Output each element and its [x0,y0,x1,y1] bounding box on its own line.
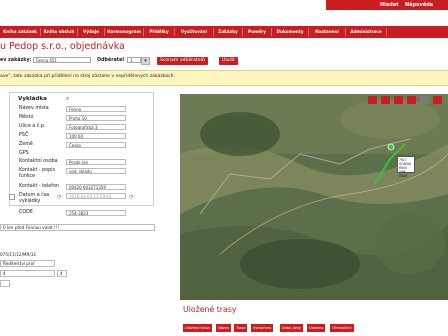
ulozit-button[interactable]: Uložit [219,57,238,65]
nav-item-kniha-zakazek[interactable]: Kniha zakázek [0,28,41,36]
clock-icon[interactable]: ◷ [129,194,133,200]
saved-routes-column[interactable]: Uloženo [307,324,327,332]
saved-routes-column[interactable]: Doba jízdy [280,324,304,332]
saved-routes-column[interactable]: Název [216,324,233,332]
row-label: PSČ [19,133,29,138]
napoveda-link[interactable]: Nápověda [405,2,433,8]
nav-item-zakazky[interactable]: Zakázky [214,28,243,36]
map-control-button[interactable] [407,96,416,104]
nav-item-nastaveni[interactable]: Nastavení [309,28,346,36]
chevron-down-icon[interactable]: ▾ [141,57,150,65]
nav-item-administrace[interactable]: Administrace [346,28,387,36]
row-label: Název místa [19,106,49,111]
warning-text: ave", tato zakázka při přidělení na stro… [0,74,176,79]
misc-line-1: 075/11/12/MR/31 [0,252,37,257]
main-nav: Kniha zakázek Kniha obsluh Výdaje Harmon… [0,26,448,38]
saved-routes-column[interactable]: Vytvořeno [251,324,275,332]
map-control-button[interactable] [394,96,403,104]
row-label: Kontaktní osoba [19,159,58,164]
clock-icon[interactable]: ◷ [57,194,61,200]
page-title: u Pedop s.r.o., objednávka [0,41,125,52]
map-control-button[interactable] [420,96,429,104]
hledat-link[interactable]: Hledat [380,2,399,8]
nav-item-harmonogram[interactable]: Harmonogram [105,28,144,36]
kontakt-telefon-input[interactable]: 00420 603271359 [66,184,126,190]
nav-item-vyuctovani[interactable]: Vyúčtování [175,28,214,36]
nav-item-pomery[interactable]: Poměry [243,28,272,36]
map-control-button[interactable] [433,96,442,104]
kontaktni-osoba-input[interactable]: Pecák Jan [66,159,126,165]
datum-vykladky-input[interactable]: 2015-12-03 12:59:01 [66,193,126,199]
route-map[interactable]: 79c7 SCANIA R500 5XB 9246 [180,94,448,300]
checkbox[interactable] [9,194,15,200]
vehicle-label-3: 5XB 9246 [399,170,408,178]
map-control-button[interactable] [381,96,390,104]
row-label: Země [19,142,33,147]
zakazka-input[interactable]: Fenna 451 [33,57,91,63]
map-control-button[interactable] [368,96,377,104]
code-input[interactable]: 254-3823 [66,210,126,216]
search-icon[interactable]: ⌕ [66,95,69,103]
misc-field-3[interactable]: 4 [0,270,55,277]
vehicle-label-2: SCANIA R500 [399,162,411,170]
nav-item-vydaje[interactable]: Výdaje [78,28,105,36]
saved-routes-column[interactable]: Ohraničení [330,324,355,332]
row-label: GPS [19,151,29,156]
psc-input[interactable]: 100 00 [66,133,126,139]
mesto-input[interactable]: Praha 10 [66,115,126,121]
zakazka-label: ev zakázky: [0,58,32,63]
kontakt-funkce-input[interactable]: ved. skladu [66,168,126,174]
misc-field-2[interactable]: Ředitelství proř [0,260,55,267]
top-bar: Hledat Nápověda [0,0,448,10]
zeme-input[interactable]: Česko [66,142,126,148]
row-label: CODE [19,210,33,215]
seznam-odberatelu-button[interactable]: Seznam odběratelů [157,57,208,65]
warning-bar: ave", tato zakázka při přidělení na stro… [0,70,448,86]
saved-routes-heading: Uložené trasy [183,305,237,314]
odberatel-label: Odběratel [97,58,124,63]
nazev-mista-input[interactable]: Fenna [66,106,126,112]
misc-field-4[interactable]: 4 [57,270,67,277]
note-field[interactable]: 0 km před Fennou volat !!! [0,224,155,231]
vykladka-heading: Vykládka [18,96,47,102]
odberatel-select[interactable]: 1 [127,57,141,63]
saved-routes-column[interactable]: Trasa [234,324,249,332]
row-label: Město [19,115,34,120]
row-label: Kontakt - popis funkce [19,168,55,179]
saved-routes-column[interactable]: Uložená trasa [183,324,213,332]
nav-item-kniha-obsluh[interactable]: Kniha obsluh [41,28,78,36]
row-label: Kontakt - telefon [19,184,59,189]
misc-select[interactable] [0,280,10,287]
vehicle-tooltip: 79c7 SCANIA R500 5XB 9246 [397,156,415,178]
nav-item-dokumenty[interactable]: Dokumenty [272,28,309,36]
nav-item-pridelky[interactable]: Přidělky [144,28,175,36]
row-label: Ulice a č.p. [19,124,46,129]
ulice-input[interactable]: Fotografická 3 [66,124,126,130]
